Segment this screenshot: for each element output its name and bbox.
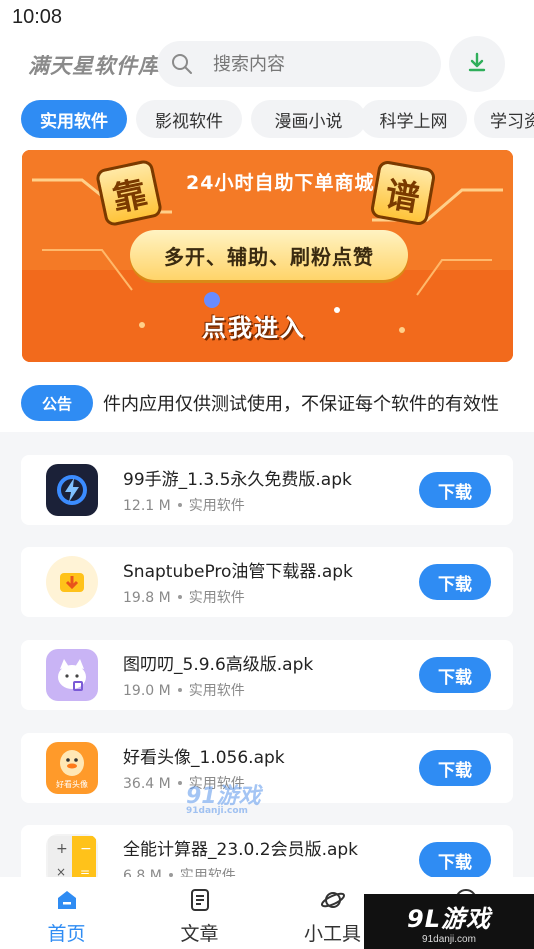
download-manager-button[interactable] <box>449 36 505 92</box>
category-tabs: 实用软件 影视软件 漫画小说 科学上网 学习资 <box>21 100 534 138</box>
tab-video-software[interactable]: 影视软件 <box>136 100 242 138</box>
svg-text:−: − <box>80 841 92 857</box>
svg-text:+: + <box>56 841 68 857</box>
banner-char-left: 靠 <box>94 158 164 228</box>
notice-badge: 公告 <box>21 385 93 421</box>
promo-banner[interactable]: 靠 24小时自助下单商城 谱 多开、辅助、刷粉点赞 点我进入 <box>22 150 513 362</box>
tab-learning[interactable]: 学习资 <box>474 100 534 138</box>
nav-label: 文章 <box>180 923 219 945</box>
app-icon-caption: 好看头像 <box>56 780 88 789</box>
banner-pill: 多开、辅助、刷粉点赞 <box>130 230 408 280</box>
app-title: 满天星软件库 <box>28 54 160 78</box>
download-button[interactable]: 下载 <box>419 842 491 878</box>
lightning-app-icon <box>46 464 98 516</box>
app-name: 好看头像_1.056.apk <box>123 748 285 768</box>
app-size: 19.0 M <box>123 683 171 699</box>
app-meta: 12.1 M 实用软件 <box>123 495 245 515</box>
app-list-item[interactable]: SnaptubePro油管下载器.apk 19.8 M 实用软件 下载 <box>21 547 513 617</box>
app-name: 99手游_1.3.5永久免费版.apk <box>123 470 352 490</box>
app-category: 实用软件 <box>188 590 245 606</box>
download-icon <box>466 51 488 77</box>
corner-watermark-subtext: 91danji.com <box>422 933 476 945</box>
download-button[interactable]: 下载 <box>419 564 491 600</box>
tab-vpn[interactable]: 科学上网 <box>360 100 467 138</box>
home-icon <box>54 887 80 913</box>
status-bar-time: 10:08 <box>12 6 63 28</box>
tab-practical-software[interactable]: 实用软件 <box>21 100 127 138</box>
app-size: 36.4 M <box>123 776 171 792</box>
notice-text: 件内应用仅供测试使用，不保证每个软件的有效性 <box>103 394 499 415</box>
search-input[interactable] <box>213 41 423 87</box>
notice-bar: 公告 件内应用仅供测试使用，不保证每个软件的有效性 <box>21 385 513 423</box>
app-name: 图叨叨_5.9.6高级版.apk <box>123 655 314 675</box>
banner-enter-cta[interactable]: 点我进入 <box>202 308 306 343</box>
app-category: 实用软件 <box>188 683 245 699</box>
app-list-item[interactable]: 99手游_1.3.5永久免费版.apk 12.1 M 实用软件 下载 <box>21 455 513 525</box>
watermark-center: 91游戏 91danji.com <box>186 778 261 816</box>
download-button[interactable]: 下载 <box>419 472 491 508</box>
app-name: SnaptubePro油管下载器.apk <box>123 562 353 582</box>
search-box[interactable] <box>157 41 441 87</box>
download-button[interactable]: 下载 <box>419 750 491 786</box>
corner-watermark-text: 9L游戏 <box>407 904 491 933</box>
app-list-item[interactable]: 好看头像 好看头像_1.056.apk 36.4 M 实用软件 下载 <box>21 733 513 803</box>
app-size: 12.1 M <box>123 498 171 514</box>
duck-app-icon: 好看头像 <box>46 742 98 794</box>
app-category: 实用软件 <box>188 498 245 514</box>
article-icon <box>187 887 213 913</box>
app-meta: 19.8 M 实用软件 <box>123 587 245 607</box>
download-arrow-app-icon <box>46 556 98 608</box>
banner-char-right: 谱 <box>369 159 437 227</box>
nav-label: 首页 <box>47 923 86 945</box>
app-name: 全能计算器_23.0.2会员版.apk <box>123 840 359 860</box>
download-button[interactable]: 下载 <box>419 657 491 693</box>
nav-articles[interactable]: 文章 <box>133 877 266 949</box>
nav-home[interactable]: 首页 <box>0 877 133 949</box>
planet-icon <box>320 887 346 913</box>
banner-title: 24小时自助下单商城 <box>186 172 375 194</box>
search-icon <box>171 53 193 75</box>
app-list-item[interactable]: 图叨叨_5.9.6高级版.apk 19.0 M 实用软件 下载 <box>21 640 513 710</box>
tab-comics-novels[interactable]: 漫画小说 <box>251 100 366 138</box>
nav-label: 小工具 <box>303 923 361 945</box>
cat-app-icon <box>46 649 98 701</box>
app-size: 19.8 M <box>123 590 171 606</box>
corner-watermark: 9L游戏 91danji.com <box>364 894 534 949</box>
app-meta: 19.0 M 实用软件 <box>123 680 245 700</box>
